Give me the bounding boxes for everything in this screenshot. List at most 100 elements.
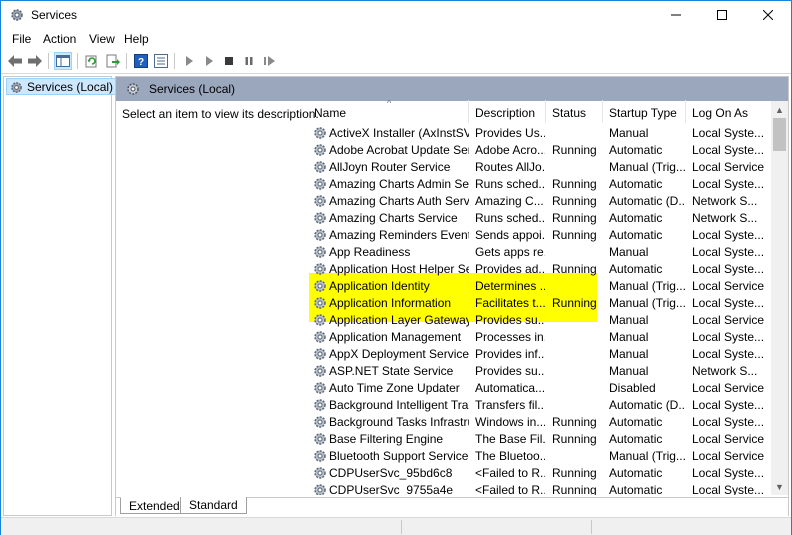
scroll-up-button[interactable]: ▲ xyxy=(771,101,788,118)
tab-standard[interactable]: Standard xyxy=(180,497,247,514)
service-name: Auto Time Zone Updater xyxy=(329,381,460,395)
table-row[interactable]: Bluetooth Support Service The Bluetoo... M… xyxy=(309,447,771,464)
service-log-on-as: Local Service xyxy=(692,160,765,174)
table-row[interactable]: Base Filtering Engine The Base Fil... Runn… xyxy=(309,430,771,447)
properties-button[interactable] xyxy=(152,52,170,70)
table-row[interactable]: App Readiness Gets apps re... Manual Local … xyxy=(309,243,771,260)
table-row[interactable]: Application Management Processes in... Man… xyxy=(309,328,771,345)
service-name: Amazing Charts Service xyxy=(329,211,458,225)
table-row[interactable]: CDPUserSvc_9755a4e <Failed to R... Running… xyxy=(309,481,771,495)
service-description: Routes AllJo... xyxy=(475,160,545,174)
table-row[interactable]: Application Layer Gateway ... Provides su… xyxy=(309,311,771,328)
service-log-on-as: Local Syste... xyxy=(692,143,765,157)
maximize-button[interactable] xyxy=(699,1,745,29)
column-header-startup-type[interactable]: Startup Type xyxy=(604,100,686,123)
service-startup-type: Automatic xyxy=(609,211,663,225)
service-startup-type: Manual xyxy=(609,330,649,344)
help-icon: ? xyxy=(134,54,148,68)
scroll-down-button[interactable]: ▼ xyxy=(771,478,788,495)
scrollbar-thumb[interactable] xyxy=(773,118,786,151)
service-name: ASP.NET State Service xyxy=(329,364,454,378)
details-pane-title: Services (Local) xyxy=(149,82,236,96)
menu-bar: File Action View Help xyxy=(1,29,791,49)
toolbar-separator xyxy=(77,53,78,69)
service-startup-type: Automatic xyxy=(609,415,663,429)
restart-service-button[interactable] xyxy=(260,52,278,70)
start-service-button[interactable] xyxy=(180,52,198,70)
show-hide-console-tree-button[interactable] xyxy=(54,52,72,70)
service-gear-icon xyxy=(314,450,326,462)
view-tabs: Extended Standard xyxy=(116,497,788,516)
service-startup-type: Manual (Trig... xyxy=(609,279,685,293)
vertical-scrollbar[interactable]: ▲ ▼ xyxy=(771,101,788,495)
column-header-status[interactable]: Status xyxy=(547,100,603,123)
table-row[interactable]: ASP.NET State Service Provides su... Manua… xyxy=(309,362,771,379)
service-description: Adobe Acro... xyxy=(475,143,545,157)
service-log-on-as: Local Syste... xyxy=(692,330,765,344)
service-status: Running xyxy=(552,466,597,480)
stop-service-button[interactable] xyxy=(220,52,238,70)
service-description: Provides ad... xyxy=(475,262,545,276)
column-header-name[interactable]: ^ Name xyxy=(309,100,469,123)
export-list-button[interactable] xyxy=(104,52,122,70)
toolbar: ? xyxy=(1,49,791,74)
service-gear-icon xyxy=(314,212,326,224)
column-header-log-on-as[interactable]: Log On As xyxy=(687,100,771,123)
service-log-on-as: Network S... xyxy=(692,194,758,208)
table-row[interactable]: Background Tasks Infrastru... Windows in.… xyxy=(309,413,771,430)
description-prompt: Select an item to view its description. xyxy=(122,107,319,121)
table-row[interactable]: Adobe Acrobat Update Serv... Adobe Acro..… xyxy=(309,141,771,158)
service-description: Transfers fil... xyxy=(475,398,545,412)
start-service-alt-button[interactable] xyxy=(200,52,218,70)
menu-view[interactable]: View xyxy=(89,32,115,46)
forward-button[interactable] xyxy=(26,52,44,70)
title-bar[interactable]: Services xyxy=(1,1,791,29)
service-log-on-as: Network S... xyxy=(692,211,758,225)
tab-extended[interactable]: Extended xyxy=(120,497,189,514)
service-description: Windows in... xyxy=(475,415,545,429)
minimize-button[interactable] xyxy=(653,1,699,29)
properties-icon xyxy=(154,54,168,68)
service-startup-type: Manual xyxy=(609,347,649,361)
service-log-on-as: Local Service xyxy=(692,449,765,463)
table-row[interactable]: Amazing Charts Admin Ser... Runs sched...… xyxy=(309,175,771,192)
service-description: Provides Us... xyxy=(475,126,545,140)
table-row[interactable]: Amazing Charts Auth Service Amazing C... R… xyxy=(309,192,771,209)
menu-file[interactable]: File xyxy=(12,32,31,46)
service-startup-type: Automatic xyxy=(609,483,663,495)
menu-help[interactable]: Help xyxy=(124,32,149,46)
table-row[interactable]: CDPUserSvc_95bd6c8 <Failed to R... Running… xyxy=(309,464,771,481)
status-separator xyxy=(591,520,592,534)
back-button[interactable] xyxy=(6,52,24,70)
table-row[interactable]: Amazing Charts Service Runs sched... Runni… xyxy=(309,209,771,226)
refresh-button[interactable] xyxy=(83,52,101,70)
service-log-on-as: Local Syste... xyxy=(692,126,765,140)
table-row[interactable]: Application Host Helper Ser... Provides a… xyxy=(309,260,771,277)
column-header-description[interactable]: Description xyxy=(470,100,546,123)
service-startup-type: Automatic xyxy=(609,143,663,157)
help-button[interactable]: ? xyxy=(132,52,150,70)
table-row[interactable]: Amazing Reminders Event S... Sends appoi.… xyxy=(309,226,771,243)
close-button[interactable] xyxy=(745,1,791,29)
service-log-on-as: Local Service xyxy=(692,432,765,446)
table-row[interactable]: Background Intelligent Tran... Transfers … xyxy=(309,396,771,413)
table-row[interactable]: AppX Deployment Service (... Provides inf… xyxy=(309,345,771,362)
service-log-on-as: Local Service xyxy=(692,381,765,395)
service-description: Provides inf... xyxy=(475,347,545,361)
pause-service-button[interactable] xyxy=(240,52,258,70)
service-gear-icon xyxy=(314,484,326,495)
service-gear-icon xyxy=(314,280,326,292)
service-description: Sends appoi... xyxy=(475,228,545,242)
table-row[interactable]: ActiveX Installer (AxInstSV) Provides Us.… xyxy=(309,124,771,141)
service-status: Running xyxy=(552,177,597,191)
service-gear-icon xyxy=(314,399,326,411)
table-row[interactable]: Auto Time Zone Updater Automatica... Disab… xyxy=(309,379,771,396)
tree-item-services-local[interactable]: Services (Local) xyxy=(6,78,119,95)
table-row[interactable]: Application Identity Determines ... Manual… xyxy=(309,277,771,294)
svg-text:?: ? xyxy=(138,57,144,68)
service-gear-icon xyxy=(314,144,326,156)
service-startup-type: Automatic xyxy=(609,432,663,446)
menu-action[interactable]: Action xyxy=(43,32,76,46)
table-row[interactable]: AllJoyn Router Service Routes AllJo... Man… xyxy=(309,158,771,175)
table-row[interactable]: Application Information Facilitates t... R… xyxy=(309,294,771,311)
